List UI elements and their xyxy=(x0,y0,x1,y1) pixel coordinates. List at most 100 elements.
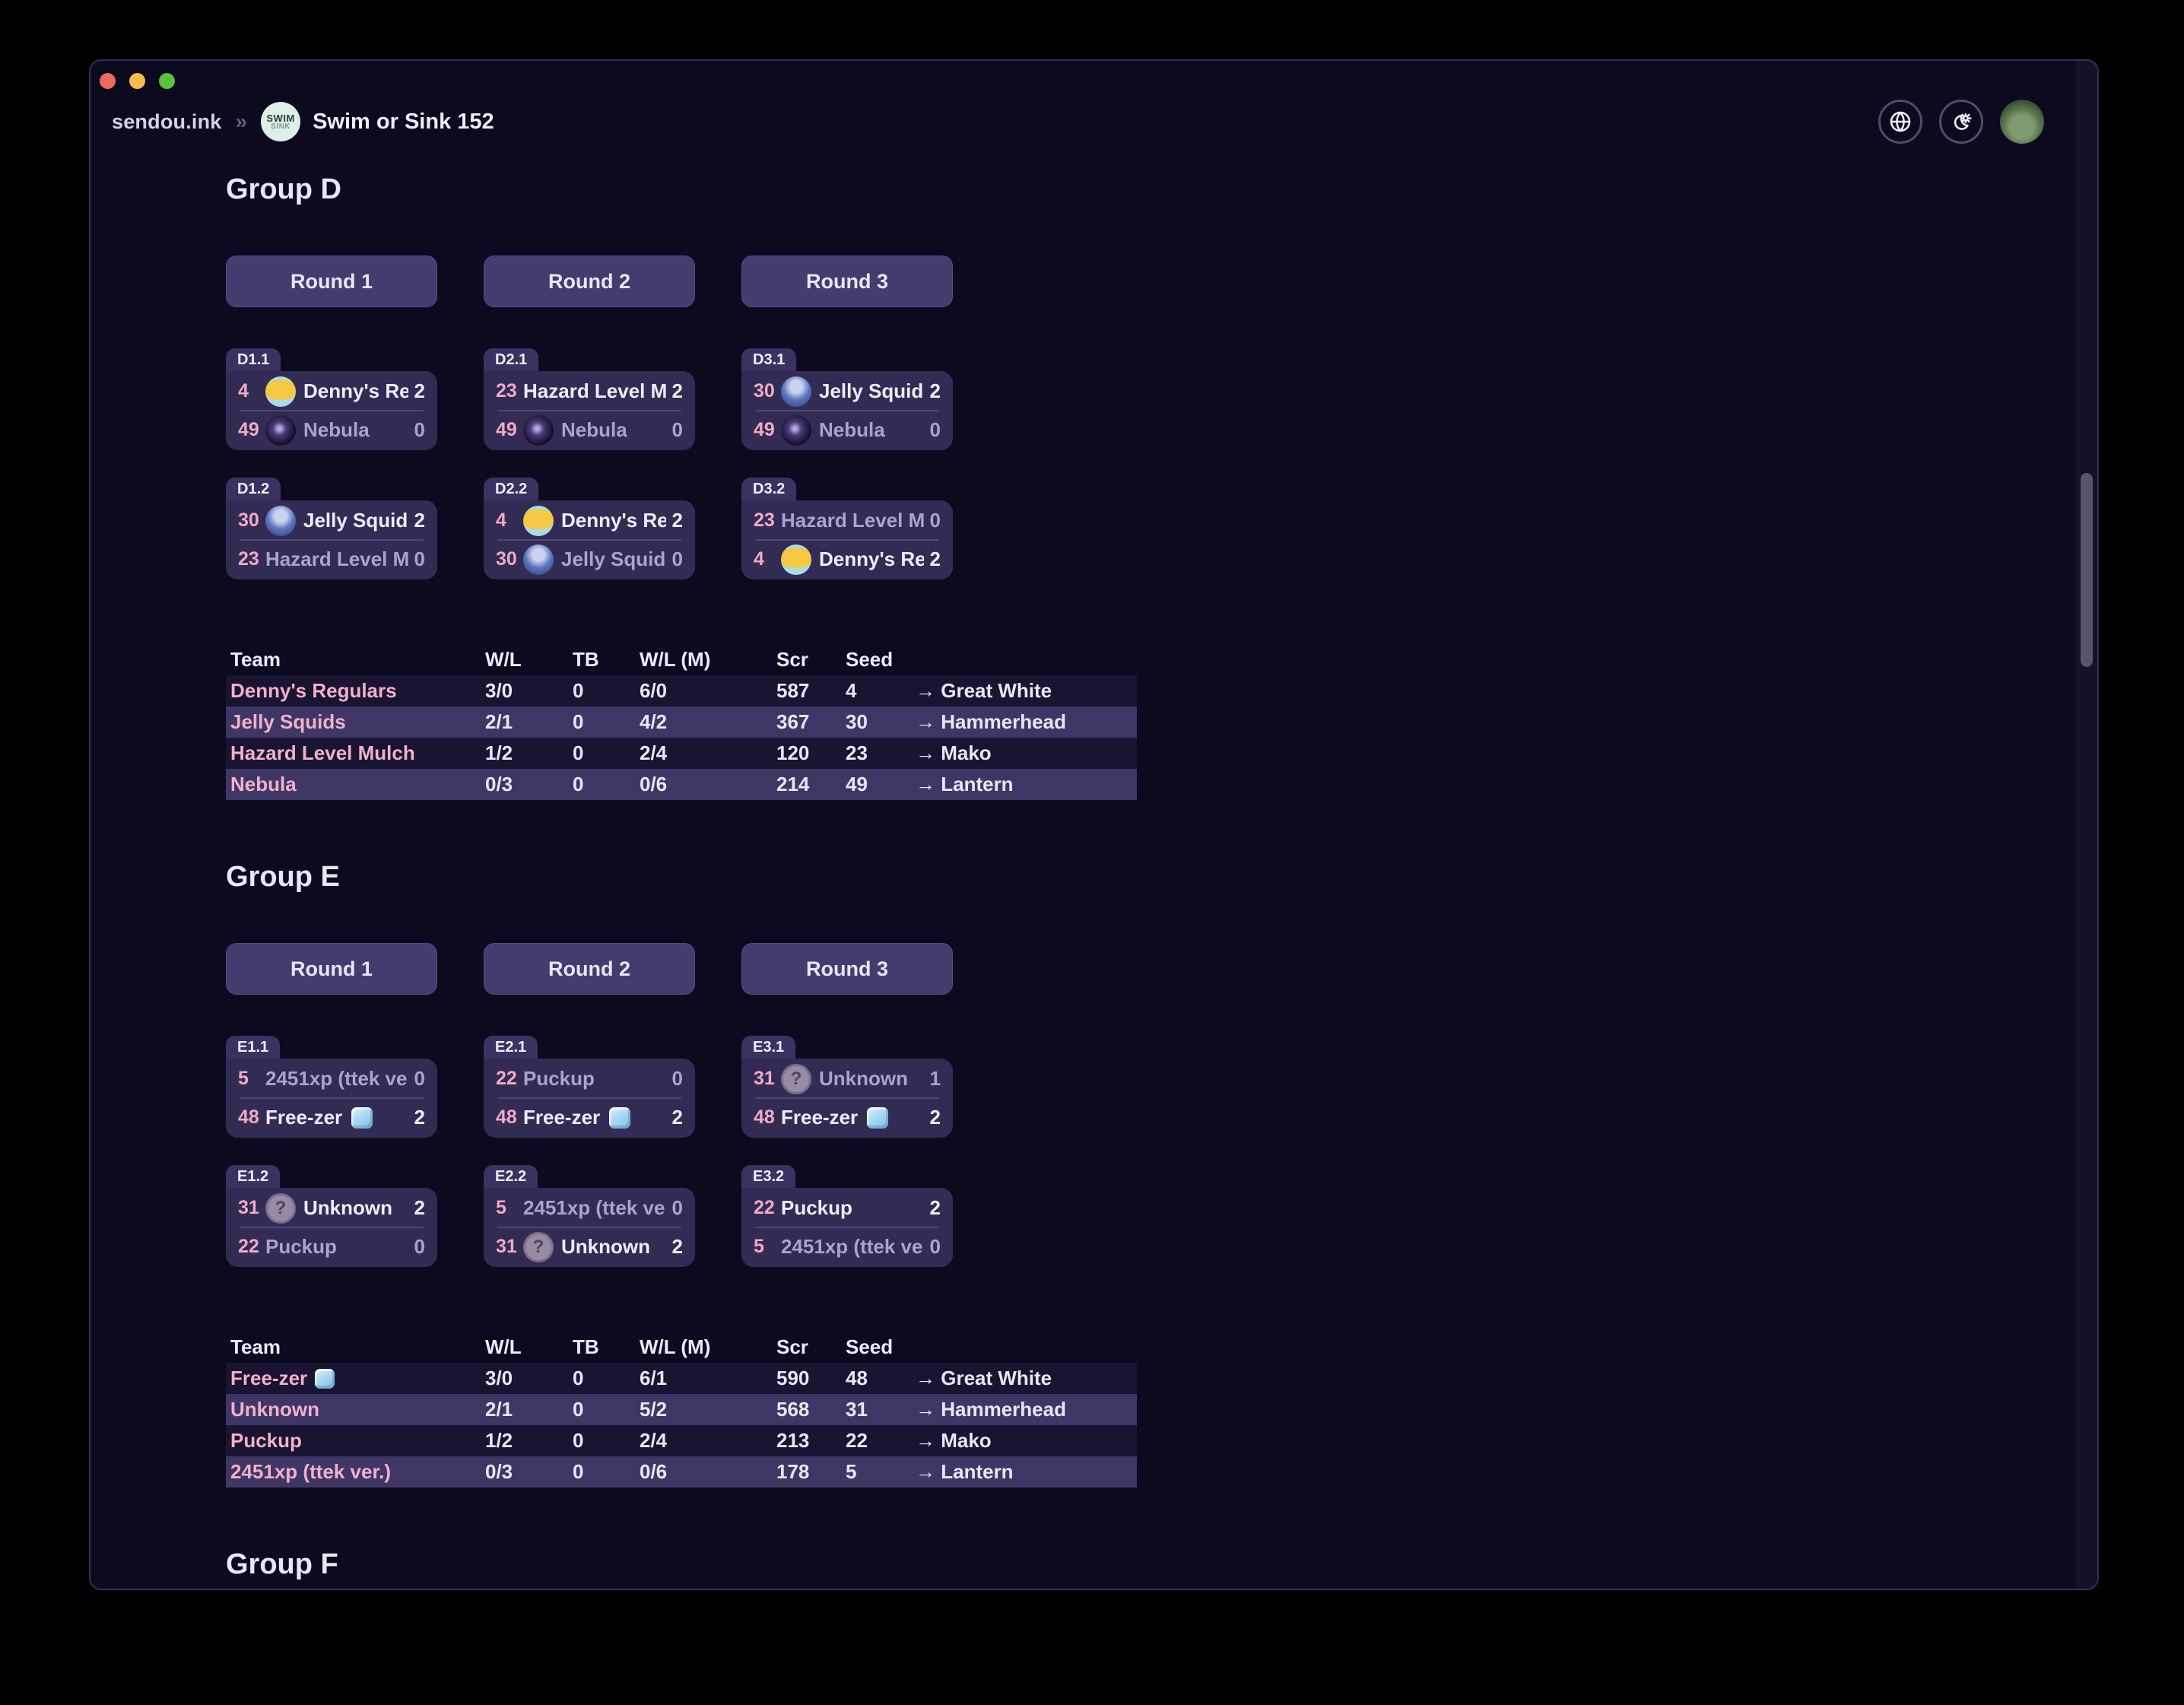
match-d2-2[interactable]: D2.2 4 Denny's Re… 2 30 Jelly Squids xyxy=(484,478,695,579)
team-score: 0 xyxy=(924,509,941,532)
round-2-button[interactable]: Round 2 xyxy=(484,943,695,995)
round-2-button[interactable]: Round 2 xyxy=(484,256,695,307)
team-seed: 5 xyxy=(238,1068,265,1090)
match-card: 4 Denny's Re… 2 30 Jelly Squids 0 xyxy=(484,500,695,579)
team-seed: 5 xyxy=(754,1236,781,1258)
team-link[interactable]: Unknown xyxy=(230,1398,485,1421)
team-score: 0 xyxy=(924,1235,941,1259)
match-team-row: 22 Puckup 2 xyxy=(754,1189,941,1227)
tournament-title[interactable]: Swim or Sink 152 xyxy=(313,110,494,135)
tb-cell: 0 xyxy=(573,1398,640,1421)
match-e2-1[interactable]: E2.1 22 Puckup 0 48 Free-zer 2 xyxy=(484,1036,695,1138)
round-3-button[interactable]: Round 3 xyxy=(741,256,953,307)
ice-cube-icon xyxy=(867,1107,888,1129)
match-e3-1[interactable]: E3.1 31 ? Unknown 1 48 Free-zer xyxy=(741,1036,953,1138)
group-d-section: Group D Round 1 Round 2 Round 3 D1.1 4 D… xyxy=(226,172,2097,800)
team-seed: 4 xyxy=(754,548,781,570)
table-row: Jelly Squids 2/1 0 4/2 367 30 → Hammerhe… xyxy=(226,706,1137,738)
team-link[interactable]: Nebula xyxy=(230,773,485,796)
wlm-cell: 5/2 xyxy=(640,1398,776,1421)
wlm-cell: 2/4 xyxy=(640,1429,776,1453)
team-seed: 22 xyxy=(754,1197,781,1219)
scr-cell: 213 xyxy=(776,1429,846,1453)
language-globe-button[interactable] xyxy=(1878,100,1922,144)
dennys-logo-avatar xyxy=(265,376,296,407)
match-team-row: 5 2451xp (ttek ver.) 0 xyxy=(496,1189,683,1227)
match-d1-2[interactable]: D1.2 30 Jelly Squids 2 23 Hazard Level M… xyxy=(226,478,437,579)
match-id-badge: E3.2 xyxy=(741,1165,795,1188)
jelly-squids-logo-avatar xyxy=(523,545,554,575)
team-score: 0 xyxy=(924,418,941,442)
team-name: Denny's Re… xyxy=(819,548,924,571)
match-card: 22 Puckup 2 5 2451xp (ttek ver.) 0 xyxy=(741,1188,953,1267)
tournament-logo[interactable]: SWIM SINK xyxy=(261,102,300,141)
column-header-tb: TB xyxy=(573,648,640,672)
team-score: 1 xyxy=(924,1067,941,1091)
top-nav: sendou.ink » SWIM SINK Swim or Sink 152 xyxy=(90,94,2097,149)
destination-cell: → Mako xyxy=(916,1429,1137,1453)
nav-actions xyxy=(1878,100,2044,144)
match-e3-2[interactable]: E3.2 22 Puckup 2 5 2451xp (ttek ver.) 0 xyxy=(741,1165,953,1267)
group-title: Group E xyxy=(226,859,2097,894)
team-score: 0 xyxy=(666,1067,683,1091)
theme-toggle-button[interactable] xyxy=(1939,100,1983,144)
scrollbar-thumb[interactable] xyxy=(2081,473,2093,667)
team-score: 0 xyxy=(666,1196,683,1220)
team-link[interactable]: Puckup xyxy=(230,1429,485,1453)
user-avatar[interactable] xyxy=(2000,100,2044,144)
match-d3-1[interactable]: D3.1 30 Jelly Squids 2 49 Nebula xyxy=(741,348,953,450)
team-link[interactable]: Free-zer xyxy=(230,1367,485,1390)
destination-cell: → Great White xyxy=(916,679,1137,703)
match-team-row: 22 Puckup 0 xyxy=(496,1060,683,1097)
match-id-badge: E1.2 xyxy=(226,1165,280,1188)
team-seed: 31 xyxy=(754,1068,781,1090)
match-e1-1[interactable]: E1.1 5 2451xp (ttek ver.) 0 48 Free-zer xyxy=(226,1036,437,1138)
wl-cell: 2/1 xyxy=(485,1398,573,1421)
team-score: 2 xyxy=(408,509,425,532)
page-content: Group D Round 1 Round 2 Round 3 D1.1 4 D… xyxy=(90,149,2097,1582)
column-header-scr: Scr xyxy=(776,1335,846,1359)
maximize-window-button[interactable] xyxy=(159,73,175,89)
globe-icon xyxy=(1888,110,1913,134)
match-e1-2[interactable]: E1.2 31 ? Unknown 2 22 Puckup 0 xyxy=(226,1165,437,1267)
team-seed: 5 xyxy=(496,1197,523,1219)
match-d2-1[interactable]: D2.1 23 Hazard Level M… 2 49 Nebula 0 xyxy=(484,348,695,450)
team-name: Nebula xyxy=(819,418,885,442)
destination-cell: → Hammerhead xyxy=(916,1398,1137,1421)
brand-link[interactable]: sendou.ink xyxy=(112,110,222,134)
jelly-squids-logo-avatar xyxy=(265,506,296,536)
round-3-button[interactable]: Round 3 xyxy=(741,943,953,995)
match-e2-2[interactable]: E2.2 5 2451xp (ttek ver.) 0 31 ? Unknown xyxy=(484,1165,695,1267)
team-link[interactable]: Hazard Level Mulch xyxy=(230,741,485,765)
standings-header-row: Team W/L TB W/L (M) Scr Seed xyxy=(226,1331,1137,1363)
match-d3-2[interactable]: D3.2 23 Hazard Level M… 0 4 Denny's Re… xyxy=(741,478,953,579)
match-id-badge: D3.1 xyxy=(741,348,796,371)
team-link[interactable]: Denny's Regulars xyxy=(230,679,485,703)
team-link[interactable]: 2451xp (ttek ver.) xyxy=(230,1460,485,1484)
round-1-button[interactable]: Round 1 xyxy=(226,256,437,307)
close-window-button[interactable] xyxy=(100,73,116,89)
destination-cell: → Hammerhead xyxy=(916,710,1137,734)
match-d1-1[interactable]: D1.1 4 Denny's Re… 2 49 Nebula xyxy=(226,348,437,450)
group-d-matches: D1.1 4 Denny's Re… 2 49 Nebula xyxy=(226,348,2097,579)
match-team-row: 48 Free-zer 2 xyxy=(238,1099,425,1136)
round-1-button[interactable]: Round 1 xyxy=(226,943,437,995)
team-name: Hazard Level M… xyxy=(781,509,924,532)
seed-cell: 48 xyxy=(846,1367,916,1390)
team-name: Free-zer xyxy=(230,1367,307,1390)
match-card: 22 Puckup 0 48 Free-zer 2 xyxy=(484,1059,695,1138)
match-team-row: 48 Free-zer 2 xyxy=(496,1099,683,1136)
team-name: Hazard Level M… xyxy=(265,548,408,571)
browser-window: sendou.ink » SWIM SINK Swim or Sink 152 xyxy=(89,59,2099,1590)
minimize-window-button[interactable] xyxy=(129,73,145,89)
match-team-row: 30 Jelly Squids 2 xyxy=(754,373,941,410)
team-link[interactable]: Jelly Squids xyxy=(230,710,485,734)
scrollbar-track[interactable] xyxy=(2076,61,2097,1589)
match-team-row: 30 Jelly Squids 2 xyxy=(238,502,425,539)
match-team-row: 5 2451xp (ttek ver.) 0 xyxy=(238,1060,425,1097)
team-name: Free-zer xyxy=(781,1106,858,1129)
match-card: 30 Jelly Squids 2 49 Nebula 0 xyxy=(741,371,953,450)
column-header-scr: Scr xyxy=(776,648,846,672)
team-seed: 49 xyxy=(754,419,781,441)
match-team-row: 31 ? Unknown 2 xyxy=(238,1189,425,1227)
